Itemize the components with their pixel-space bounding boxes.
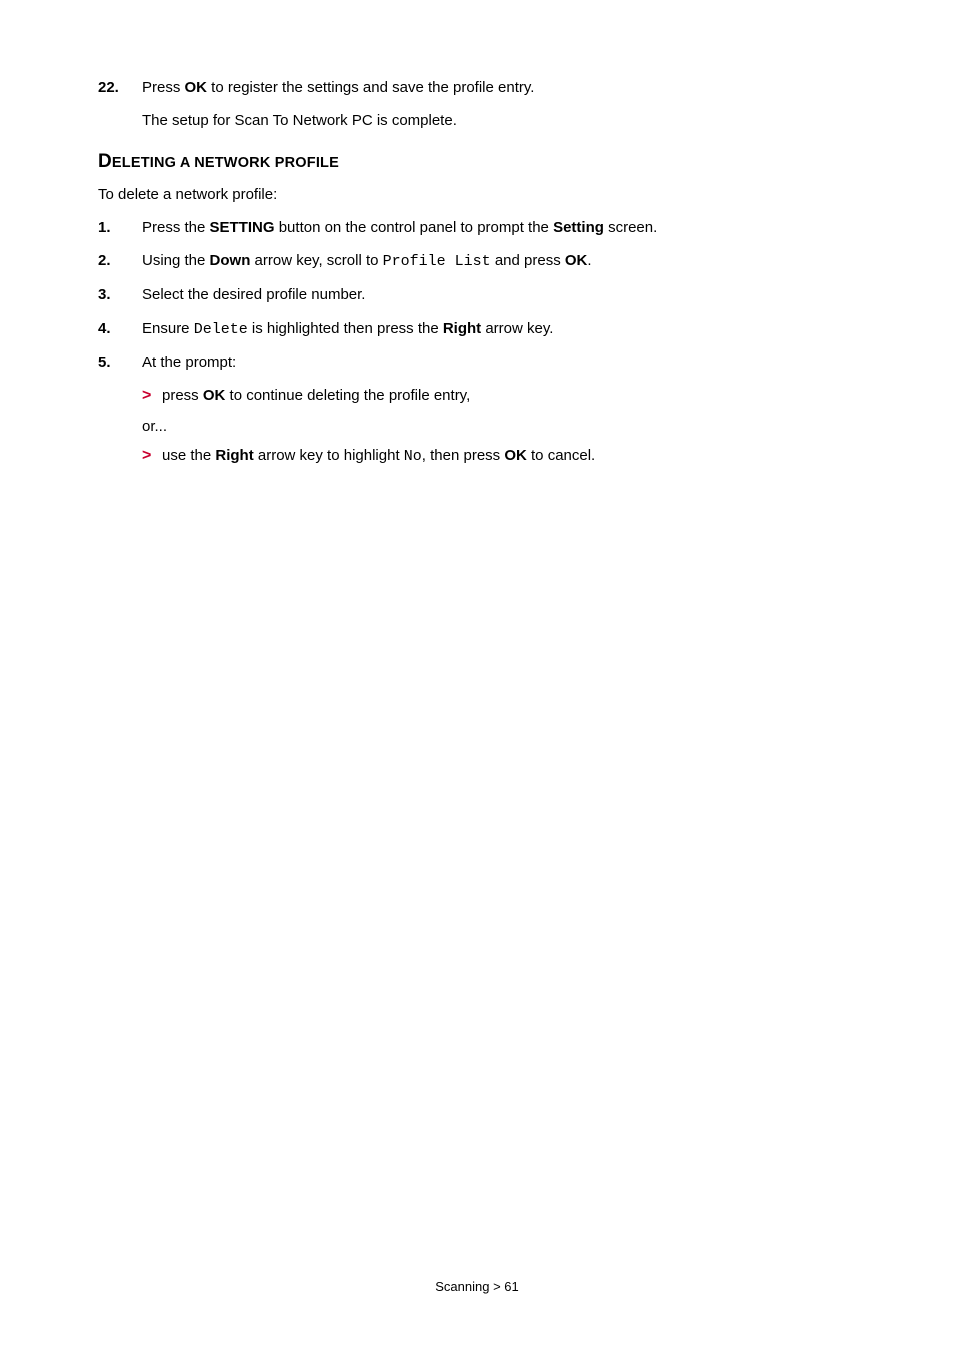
step-5-sub-2: > use the Right arrow key to highlight N… bbox=[142, 444, 856, 469]
step-5: 5. At the prompt: bbox=[98, 351, 856, 374]
text: to continue deleting the profile entry, bbox=[225, 387, 470, 404]
step-text: Ensure Delete is highlighted then press … bbox=[142, 317, 856, 341]
text: Press bbox=[142, 79, 185, 96]
step-5-or: or... bbox=[142, 415, 856, 438]
text: Press the bbox=[142, 219, 210, 236]
step-number: 4. bbox=[98, 317, 142, 341]
step-22: 22. Press OK to register the settings an… bbox=[98, 76, 856, 99]
step-number: 2. bbox=[98, 249, 142, 273]
bold: Right bbox=[215, 447, 253, 464]
section-heading: DELETING A NETWORK PROFILE bbox=[98, 151, 856, 173]
heading-lead: D bbox=[98, 151, 112, 172]
step-3: 3. Select the desired profile number. bbox=[98, 283, 856, 306]
text: , then press bbox=[422, 447, 505, 464]
step-2: 2. Using the Down arrow key, scroll to P… bbox=[98, 249, 856, 273]
step-number: 1. bbox=[98, 216, 142, 239]
chevron-icon: > bbox=[142, 384, 162, 409]
step-text: At the prompt: bbox=[142, 351, 856, 374]
bold: Right bbox=[443, 320, 481, 337]
step-text: Using the Down arrow key, scroll to Prof… bbox=[142, 249, 856, 273]
bold: OK bbox=[565, 252, 588, 269]
mono: Profile List bbox=[383, 253, 491, 270]
text: Ensure bbox=[142, 320, 194, 337]
step-text: Select the desired profile number. bbox=[142, 283, 856, 306]
step-text: Press the SETTING button on the control … bbox=[142, 216, 856, 239]
intro-text: To delete a network profile: bbox=[98, 183, 856, 206]
step-text: Press OK to register the settings and sa… bbox=[142, 76, 856, 99]
text: arrow key, scroll to bbox=[250, 252, 382, 269]
text: button on the control panel to prompt th… bbox=[275, 219, 554, 236]
bold: Down bbox=[210, 252, 251, 269]
page-footer: Scanning > 61 bbox=[0, 1279, 954, 1294]
text: and press bbox=[491, 252, 565, 269]
bold: Setting bbox=[553, 219, 604, 236]
step-22-followup: The setup for Scan To Network PC is comp… bbox=[142, 109, 856, 132]
bold: OK bbox=[203, 387, 226, 404]
bold: OK bbox=[185, 79, 208, 96]
heading-rest: ELETING A NETWORK PROFILE bbox=[112, 155, 339, 171]
step-number: 3. bbox=[98, 283, 142, 306]
text: arrow key to highlight bbox=[254, 447, 404, 464]
text: is highlighted then press the bbox=[248, 320, 443, 337]
sub-text: use the Right arrow key to highlight No,… bbox=[162, 444, 595, 468]
step-1: 1. Press the SETTING button on the contr… bbox=[98, 216, 856, 239]
text: At the prompt: bbox=[142, 354, 236, 371]
text: . bbox=[587, 252, 591, 269]
text: to cancel. bbox=[527, 447, 595, 464]
text: use the bbox=[162, 447, 215, 464]
bold: OK bbox=[504, 447, 527, 464]
text: arrow key. bbox=[481, 320, 553, 337]
step-5-sub-1: > press OK to continue deleting the prof… bbox=[142, 384, 856, 409]
sub-text: press OK to continue deleting the profil… bbox=[162, 384, 470, 407]
text: press bbox=[162, 387, 203, 404]
mono: Delete bbox=[194, 321, 248, 338]
text: screen. bbox=[604, 219, 657, 236]
text: Select the desired profile number. bbox=[142, 286, 365, 303]
bold: SETTING bbox=[210, 219, 275, 236]
chevron-icon: > bbox=[142, 444, 162, 469]
step-number: 5. bbox=[98, 351, 142, 374]
mono: No bbox=[404, 448, 422, 465]
text: Using the bbox=[142, 252, 210, 269]
step-number: 22. bbox=[98, 76, 142, 99]
text: to register the settings and save the pr… bbox=[207, 79, 534, 96]
step-4: 4. Ensure Delete is highlighted then pre… bbox=[98, 317, 856, 341]
